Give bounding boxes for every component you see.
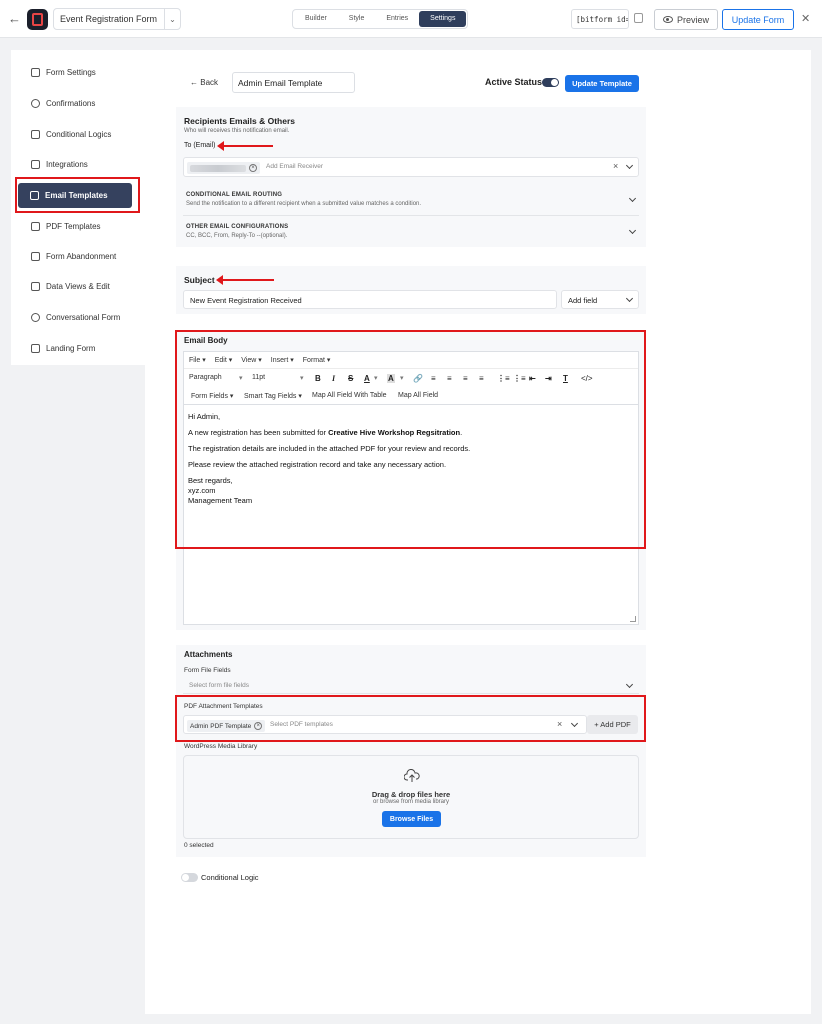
email-receiver-field[interactable]: × Add Email Receiver ×: [183, 157, 639, 177]
sidebar-item-conversational-form[interactable]: Conversational Form: [31, 309, 120, 325]
update-form-button[interactable]: Update Form: [722, 9, 794, 30]
sliders-icon: [31, 67, 40, 77]
sidebar-item-form-abandonment[interactable]: Form Abandonment: [31, 248, 116, 264]
annotation-arrow-to: [217, 141, 273, 151]
code-icon: [31, 159, 40, 169]
back-label: Back: [200, 78, 219, 87]
subject-input[interactable]: New Event Registration Received: [183, 290, 557, 309]
media-dropzone[interactable]: Drag & drop files here or browse from me…: [183, 755, 639, 839]
annotation-highlight-pdf-templates: [175, 695, 646, 742]
tab-entries[interactable]: Entries: [375, 11, 419, 27]
subject-title: Subject: [184, 275, 215, 285]
form-file-fields-label: Form File Fields: [184, 667, 231, 674]
conditional-logic-label: Conditional Logic: [201, 873, 259, 882]
tab-builder[interactable]: Builder: [294, 11, 338, 27]
sidebar-item-data-views[interactable]: Data Views & Edit: [31, 278, 110, 294]
logic-icon: [31, 129, 40, 139]
shortcode-field[interactable]: [bitform id='7']: [571, 9, 629, 29]
browse-hint-text: or browse from media library: [372, 799, 450, 805]
add-field-label: Add field: [568, 296, 598, 305]
other-config-desc: CC, BCC, From, Reply-To --(optional).: [186, 233, 288, 239]
sidebar-item-label: Confirmations: [46, 98, 96, 108]
annotation-arrow-subject: [216, 275, 274, 285]
blurred-email: [190, 164, 246, 172]
copy-icon[interactable]: [634, 13, 643, 23]
media-library-label: WordPress Media Library: [184, 743, 258, 750]
receiver-placeholder: Add Email Receiver: [266, 163, 324, 170]
recipients-title: Recipients Emails & Others: [184, 116, 296, 126]
chevron-down-icon[interactable]: [625, 161, 634, 170]
top-bar: ← Event Registration Form ⌄ Builder Styl…: [0, 0, 822, 38]
sidebar-item-label: Conditional Logics: [46, 129, 112, 139]
bitform-logo: [27, 9, 48, 30]
sidebar-item-confirmations[interactable]: Confirmations: [31, 95, 95, 111]
eye-icon: [662, 16, 673, 23]
receiver-chip: ×: [187, 162, 260, 174]
cloud-upload-icon: [404, 769, 420, 782]
preview-button[interactable]: Preview: [654, 9, 718, 30]
top-tabs: Builder Style Entries Settings: [292, 9, 469, 29]
to-email-label: To (Email): [184, 142, 216, 149]
remove-chip-icon[interactable]: ×: [249, 164, 257, 172]
form-selector[interactable]: Event Registration Form ⌄: [53, 8, 181, 30]
browse-files-button[interactable]: Browse Files: [382, 811, 441, 827]
sidebar-item-label: Form Abandonment: [46, 251, 117, 261]
clear-icon[interactable]: ×: [613, 161, 618, 171]
drag-drop-text: Drag & drop files here: [371, 790, 451, 799]
sidebar-item-pdf-templates[interactable]: PDF Templates: [31, 218, 101, 234]
subject-value: New Event Registration Received: [190, 296, 302, 305]
sidebar-item-label: PDF Templates: [46, 221, 101, 231]
annotation-highlight-email-body: [175, 330, 646, 549]
active-status-label: Active Status: [485, 77, 543, 87]
chevron-down-icon: [625, 294, 634, 303]
info-icon: [31, 98, 40, 108]
preview-label: Preview: [676, 14, 709, 25]
sidebar-item-landing-form[interactable]: Landing Form: [31, 340, 95, 356]
document-icon: [31, 251, 40, 261]
chat-icon: [31, 312, 40, 322]
form-file-fields-select[interactable]: Select form file fields: [183, 678, 639, 693]
sidebar-item-label: Landing Form: [46, 343, 96, 353]
divider: [183, 693, 639, 694]
sidebar-item-label: Conversational Form: [46, 312, 121, 322]
sidebar-item-integrations[interactable]: Integrations: [31, 156, 88, 172]
routing-desc: Send the notification to a different rec…: [186, 201, 422, 207]
page-icon: [31, 343, 40, 353]
annotation-highlight-sidebar: [15, 177, 140, 213]
back-button[interactable]: ← Back: [190, 78, 218, 87]
tab-style[interactable]: Style: [338, 11, 376, 27]
chevron-down-icon: [625, 680, 634, 689]
recipients-note: Who will receives this notification emai…: [184, 128, 290, 134]
routing-title: CONDITIONAL EMAIL ROUTING: [186, 192, 283, 198]
back-arrow-icon[interactable]: ←: [8, 11, 21, 26]
sidebar-item-conditional-logics[interactable]: Conditional Logics: [31, 126, 111, 142]
pdf-icon: [31, 221, 40, 231]
table-icon: [31, 281, 40, 291]
selected-count: 0 selected: [184, 842, 214, 849]
other-config-title: OTHER EMAIL CONFIGURATIONS: [186, 224, 289, 230]
template-name-input[interactable]: Admin Email Template: [232, 72, 355, 93]
sidebar-item-label: Data Views & Edit: [46, 281, 110, 291]
sidebar-item-form-settings[interactable]: Form Settings: [31, 64, 96, 80]
form-file-placeholder: Select form file fields: [189, 682, 249, 689]
active-status-toggle[interactable]: [542, 78, 559, 87]
divider: [183, 215, 639, 216]
add-field-select[interactable]: Add field: [561, 290, 639, 309]
update-template-button[interactable]: Update Template: [565, 75, 639, 92]
resize-handle-icon[interactable]: [630, 616, 636, 622]
attachments-title: Attachments: [184, 650, 233, 659]
chevron-down-icon: ⌄: [164, 9, 180, 29]
tab-settings[interactable]: Settings: [419, 11, 467, 27]
form-name: Event Registration Form: [60, 14, 158, 24]
conditional-logic-toggle[interactable]: [181, 873, 198, 882]
sidebar-item-label: Form Settings: [46, 67, 96, 77]
close-icon[interactable]: ✕: [801, 12, 810, 25]
sidebar-item-label: Integrations: [46, 159, 88, 169]
